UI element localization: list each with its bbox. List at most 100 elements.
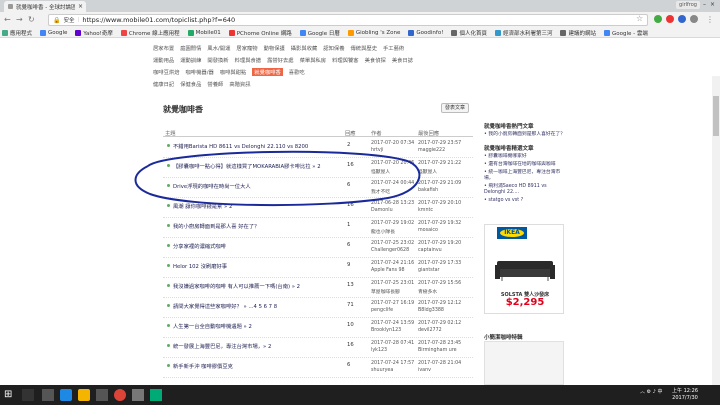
subnav-link[interactable]: 咖啡豆烘焙 xyxy=(153,68,180,76)
subnav-link[interactable]: 料理與食譜 xyxy=(235,56,262,64)
clock[interactable]: 上午 12:26 2017/7/30 xyxy=(672,388,698,402)
forward-icon[interactable]: → xyxy=(16,15,23,24)
profile-button[interactable]: girlfrog xyxy=(676,1,700,9)
bookmark-item[interactable]: Giobling 's Zone xyxy=(347,29,400,36)
topic-link[interactable]: 人生第一台全自動咖啡機遇題 » 2 xyxy=(173,322,343,330)
author-link[interactable]: 怪獸屋人 xyxy=(371,168,390,175)
sidebar-link[interactable]: • 膠囊咖啡機哪家好 xyxy=(484,154,566,160)
browser-tab[interactable]: 就覺咖啡香 - 全球討論區 × xyxy=(4,1,86,12)
subnav-link[interactable]: 營養師 xyxy=(207,80,223,88)
last-reply-user[interactable]: giantstar xyxy=(418,268,440,273)
address-bar[interactable]: 🔒 安全 | https://www.mobile01.com/topiclis… xyxy=(48,14,648,26)
topic-link[interactable]: 我的小廚房轉面到是那人喜 好在了？ xyxy=(173,222,343,230)
ikea-ad[interactable]: IKEA SOLSTA 雙人沙發床 $2,295 xyxy=(484,224,564,314)
bookmark-item[interactable]: 經濟部水利署第三河 xyxy=(494,29,552,37)
last-reply-date[interactable]: 2017-07-29 15:56 xyxy=(418,281,461,286)
last-reply-date[interactable]: 2017-07-29 21:09 xyxy=(418,181,461,186)
last-reply-date[interactable]: 2017-07-29 20:10 xyxy=(418,201,461,206)
last-reply-date[interactable]: 2017-07-28 23:45 xyxy=(418,341,461,346)
system-tray[interactable]: ︿ ⚙ ♪ 中 xyxy=(640,388,662,395)
subnav-link[interactable]: 美食偵探 xyxy=(365,56,386,64)
subnav-link[interactable]: 運動用品 xyxy=(153,56,174,64)
subnav-link[interactable]: 咖啡與甜點 xyxy=(220,68,247,76)
topic-link[interactable]: Helor 102 沒刷磨好事 xyxy=(173,262,343,270)
author-link[interactable]: shuuryea xyxy=(371,368,393,373)
author-link[interactable]: Damonlu xyxy=(371,208,393,213)
bookmark-item[interactable]: Yahoo!奇摩 xyxy=(75,29,113,37)
close-window-icon[interactable]: × xyxy=(710,1,715,8)
topic-link[interactable]: 【膠囊咖啡一點心得】就這樣買了MOKARABIA膠卡啡比拉 » 2 xyxy=(173,162,343,170)
bookmark-item[interactable]: Goodinfo! xyxy=(408,29,443,36)
last-reply-date[interactable]: 2017-07-29 17:33 xyxy=(418,261,461,266)
topic-link[interactable]: Drive浮現的咖啡在時尚一位大人 xyxy=(173,182,343,190)
author-link[interactable]: 我才不吃 xyxy=(371,188,390,195)
subnav-link[interactable]: 咖啡機器/器 xyxy=(186,68,214,76)
author-link[interactable]: Apple Fans 98 xyxy=(371,268,405,273)
subnav-link[interactable]: 手工藝術 xyxy=(383,44,404,52)
last-reply-user[interactable]: mosaico xyxy=(418,228,438,233)
last-reply-user[interactable]: bakafish xyxy=(418,188,438,193)
app-icon[interactable] xyxy=(132,389,144,401)
scrollbar-thumb[interactable] xyxy=(713,96,719,136)
last-reply-user[interactable]: captainvu xyxy=(418,248,442,253)
last-reply-user[interactable]: Birmingham ure xyxy=(418,348,457,353)
subnav-link[interactable]: 庭園閒情 xyxy=(180,44,201,52)
last-reply-date[interactable]: 2017-07-29 12:12 xyxy=(418,301,461,306)
subnav-link[interactable]: 料理與饕客 xyxy=(332,56,359,64)
topic-link[interactable]: 統一發展上海豐巴尼，專注台灣市場，» 2 xyxy=(173,342,343,350)
last-reply-date[interactable]: 2017-07-29 21:22 xyxy=(418,161,461,166)
extension-icon[interactable] xyxy=(678,15,686,23)
author-link[interactable]: 草屋咖啡長腳 xyxy=(371,288,400,295)
windows-start-icon[interactable]: ⊞ xyxy=(4,389,16,401)
bookmark-star-icon[interactable]: ☆ xyxy=(636,14,643,23)
subnav-link[interactable]: 風水/開運 xyxy=(207,44,230,52)
bookmark-item[interactable]: 建議的網站 xyxy=(560,29,596,37)
bookmark-item[interactable]: PChome Online 網路 xyxy=(228,29,292,37)
last-reply-date[interactable]: 2017-07-29 23:57 xyxy=(418,141,461,146)
sidebar-link[interactable]: • 統一咖啡上海豐巴尼，專注台灣市場， xyxy=(484,170,566,182)
extension-icon[interactable] xyxy=(654,15,662,23)
last-reply-date[interactable]: 2017-07-29 19:32 xyxy=(418,221,461,226)
subnav-link[interactable]: 認知保養 xyxy=(323,44,344,52)
last-reply-user[interactable]: ivanv xyxy=(418,368,431,373)
url-text[interactable]: https://www.mobile01.com/topiclist.php?f… xyxy=(82,16,235,24)
back-icon[interactable]: ← xyxy=(4,15,11,24)
last-reply-user[interactable]: maggie222 xyxy=(418,148,445,153)
bookmark-item[interactable]: Google - 雲端 xyxy=(603,29,648,37)
last-reply-user[interactable]: devil2772 xyxy=(418,328,442,333)
author-link[interactable]: Brooklyn123 xyxy=(371,328,401,333)
bookmark-item[interactable]: Chrome 線上應用程 xyxy=(120,29,180,37)
subnav-link[interactable]: 露營好去處 xyxy=(267,56,294,64)
subnav-link[interactable]: 美食日誌 xyxy=(392,56,413,64)
menu-icon[interactable]: ⋮ xyxy=(706,15,714,24)
store-icon[interactable] xyxy=(96,389,108,401)
subnav-link[interactable]: 菜單與私房 xyxy=(300,56,327,64)
subnav-link[interactable]: 開發換新 xyxy=(207,56,228,64)
last-reply-date[interactable]: 2017-07-29 19:20 xyxy=(418,241,461,246)
file-explorer-icon[interactable] xyxy=(78,389,90,401)
sidebar-link[interactable]: • 還有台灣咖啡在地的咖啡與咖啡 xyxy=(484,162,566,168)
subnav-link[interactable]: 運動訓練 xyxy=(180,56,201,64)
subnav-link[interactable]: 喜歡吃 xyxy=(289,68,305,76)
subnav-link[interactable]: 傳統與歷史 xyxy=(351,44,378,52)
last-reply-date[interactable]: 2017-07-28 21:04 xyxy=(418,361,461,366)
bookmark-item[interactable]: 個人化首頁 xyxy=(451,29,487,37)
edge-icon[interactable] xyxy=(60,389,72,401)
author-link[interactable]: lyk123 xyxy=(371,348,387,353)
author-link[interactable]: pengclife xyxy=(371,308,393,313)
sidebar-link[interactable]: • 飛利浦Saeco HD 8911 vs Delonghi 22.... xyxy=(484,184,566,196)
tab-close-icon[interactable]: × xyxy=(78,3,86,10)
last-reply-user[interactable]: kmntc xyxy=(418,208,433,213)
scrollbar[interactable] xyxy=(712,76,720,385)
bookmark-item[interactable]: Google xyxy=(40,29,67,36)
reload-icon[interactable]: ↻ xyxy=(28,15,35,24)
topic-link[interactable]: 風潮 讓你咖啡錢是累 » 2 xyxy=(173,202,343,210)
last-reply-user[interactable]: 怪獸屋人 xyxy=(418,168,437,175)
extension-icon[interactable] xyxy=(690,15,698,23)
post-button[interactable]: 發表文章 xyxy=(441,103,469,113)
subnav-link[interactable]: 居家寵物 xyxy=(236,44,257,52)
last-reply-user[interactable]: 青樹多水 xyxy=(418,288,437,295)
subnav-link[interactable]: 攝影與收藏 xyxy=(291,44,318,52)
sidebar-link[interactable]: • 我的小廚房轉面到是那人喜好在了？ xyxy=(484,132,566,138)
extension-icon[interactable] xyxy=(666,15,674,23)
